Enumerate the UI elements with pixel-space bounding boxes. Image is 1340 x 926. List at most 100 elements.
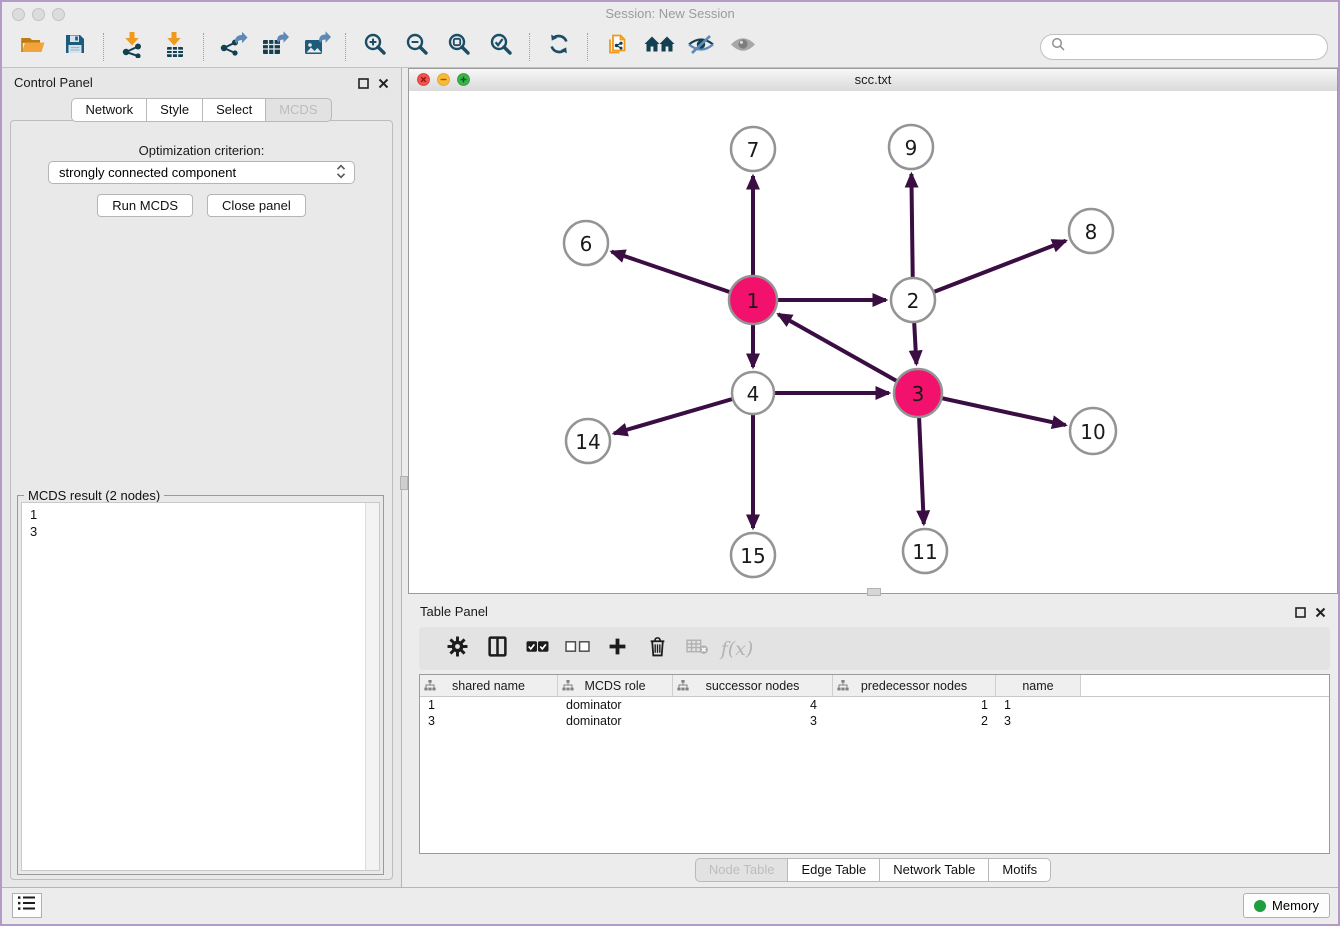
close-panel-button[interactable]: Close panel [207,194,306,217]
export-image-button[interactable] [296,29,338,65]
delete-table-button[interactable] [677,633,717,665]
select-all-button[interactable] [517,633,557,665]
table-cell: dominator [558,714,673,728]
export-network-button[interactable] [212,29,254,65]
tab-motifs[interactable]: Motifs [988,858,1051,882]
show-all-button[interactable] [722,29,764,65]
hide-selected-button[interactable] [680,29,722,65]
graph-node-3[interactable]: 3 [894,369,942,417]
svg-text:7: 7 [747,138,760,162]
horizontal-splitter-handle[interactable] [867,588,881,596]
toolbar-separator [345,33,347,61]
add-column-button[interactable] [597,633,637,665]
memory-button[interactable]: Memory [1243,893,1330,918]
search-box[interactable] [1040,34,1328,60]
graph-node-15[interactable]: 15 [731,533,775,577]
graph-node-14[interactable]: 14 [566,419,610,463]
zoom-in-button[interactable] [354,29,396,65]
table-row[interactable]: 1dominator411 [420,697,1329,713]
graph-node-2[interactable]: 2 [891,278,935,322]
home-networks-button[interactable] [638,29,680,65]
tab-mcds[interactable]: MCDS [265,98,331,122]
graph-node-6[interactable]: 6 [564,221,608,265]
open-session-button[interactable] [12,29,54,65]
float-panel-icon[interactable] [358,76,369,94]
zoom-out-icon [405,32,429,61]
delete-table-icon [686,638,709,660]
column-header-successor-nodes[interactable]: successor nodes [673,675,833,696]
status-bar: Memory [2,887,1338,924]
copy-view-button[interactable] [596,29,638,65]
eye-slash-icon [687,33,715,61]
svg-text:15: 15 [740,544,765,568]
split-columns-icon [488,636,507,662]
checked-boxes-icon [526,640,549,658]
zoom-selected-button[interactable] [480,29,522,65]
svg-text:6: 6 [580,232,593,256]
tab-network-table[interactable]: Network Table [879,858,989,882]
tab-style[interactable]: Style [146,98,203,122]
search-input[interactable] [1071,38,1317,55]
run-mcds-button[interactable]: Run MCDS [97,194,193,217]
table-cell: 3 [996,714,1081,728]
table-cell: 4 [673,698,833,712]
refresh-view-button[interactable] [538,29,580,65]
graph-node-4[interactable]: 4 [732,372,774,414]
vertical-splitter-handle[interactable] [400,476,408,490]
tab-network[interactable]: Network [71,98,147,122]
graph-node-7[interactable]: 7 [731,127,775,171]
graph-node-1[interactable]: 1 [729,276,777,324]
zoom-out-button[interactable] [396,29,438,65]
mcds-result-title: MCDS result (2 nodes) [24,488,164,503]
import-network-button[interactable] [112,29,154,65]
table-cell: 2 [833,714,996,728]
application-window: Session: New Session [0,0,1340,926]
list-icon [17,895,37,916]
close-panel-icon[interactable] [1315,605,1326,623]
graph-node-11[interactable]: 11 [903,529,947,573]
control-panel-tabs: Network Style Select MCDS [2,98,401,122]
graph-node-9[interactable]: 9 [889,125,933,169]
float-panel-icon[interactable] [1295,605,1306,623]
network-window-titlebar[interactable]: scc.txt [409,69,1337,92]
mcds-result-list[interactable]: 1 3 [21,502,380,871]
result-scrollbar[interactable] [365,503,379,870]
tab-edge-table[interactable]: Edge Table [787,858,880,882]
mcds-result-item[interactable]: 1 [30,506,371,523]
control-panel-title: Control Panel [14,75,93,90]
toolbar-separator [529,33,531,61]
export-network-icon [219,31,248,62]
column-settings-button[interactable] [437,633,477,665]
delete-column-button[interactable] [637,633,677,665]
main-toolbar [2,26,1338,68]
close-panel-icon[interactable] [378,76,389,94]
toolbar-separator [103,33,105,61]
show-panel-list-button[interactable] [12,893,42,918]
import-table-button[interactable] [154,29,196,65]
unselect-all-button[interactable] [557,633,597,665]
table-row[interactable]: 3dominator323 [420,713,1329,729]
network-canvas[interactable]: 7 9 6 8 1 2 4 3 14 10 15 11 [409,91,1337,593]
table-panel-title: Table Panel [420,604,488,619]
save-floppy-icon [64,33,86,60]
zoom-fit-icon [447,32,471,61]
open-folder-icon [20,33,46,60]
column-header-predecessor-nodes[interactable]: predecessor nodes [833,675,996,696]
graph-node-8[interactable]: 8 [1069,209,1113,253]
unchecked-boxes-icon [565,640,590,658]
apply-function-button[interactable]: f(x) [717,633,757,665]
criterion-select[interactable]: strongly connected component [48,161,355,184]
column-header-MCDS-role[interactable]: MCDS role [558,675,673,696]
save-session-button[interactable] [54,29,96,65]
tab-node-table[interactable]: Node Table [695,858,789,882]
table-cell: 1 [420,698,558,712]
mcds-result-item[interactable]: 3 [30,523,371,540]
column-header-shared-name[interactable]: shared name [420,675,558,696]
graph-edge-2-8[interactable] [913,241,1066,300]
export-table-button[interactable] [254,29,296,65]
graph-node-10[interactable]: 10 [1070,408,1116,454]
column-header-name[interactable]: name [996,675,1081,696]
toggle-panel-layout-button[interactable] [477,633,517,665]
tab-select[interactable]: Select [202,98,266,122]
zoom-fit-button[interactable] [438,29,480,65]
